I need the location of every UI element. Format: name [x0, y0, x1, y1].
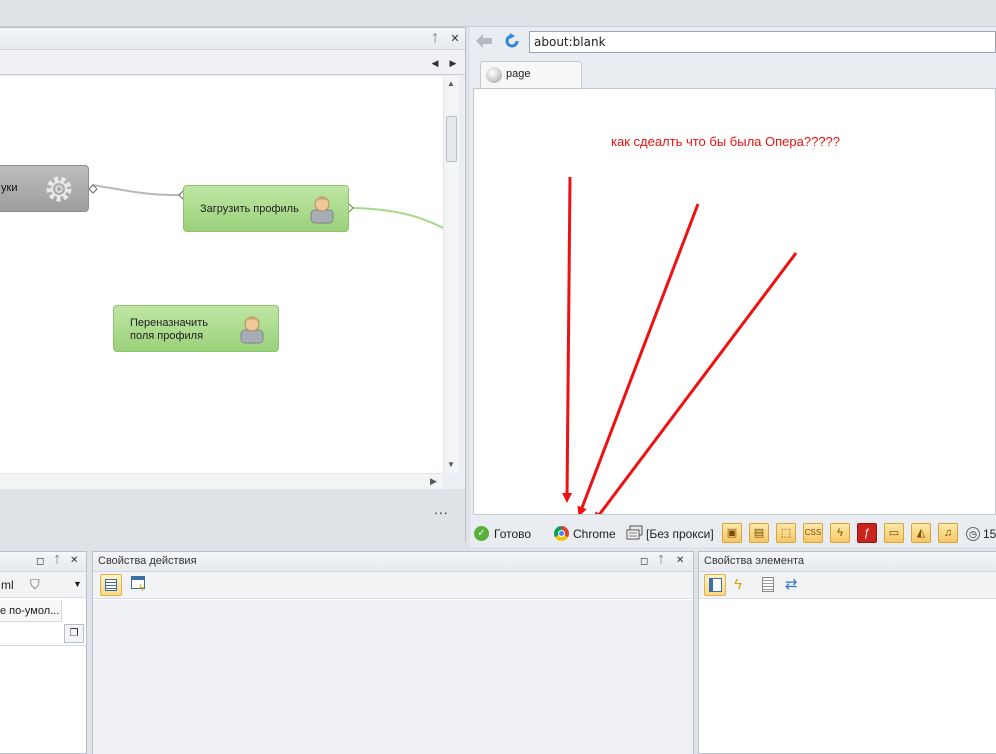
browser-status-bar: ✓ Готово Chrome [Без прокси] ▣ ▤ ⬚ CSS ϟ…	[470, 521, 996, 547]
action-settings-icon[interactable]: ϟ	[131, 576, 149, 594]
image-toggle-icon[interactable]: ▣	[722, 523, 742, 543]
workflow-bottom-area: ...	[0, 489, 465, 542]
plugin-icon[interactable]: ◭	[911, 523, 931, 543]
properties-grid-icon[interactable]	[100, 574, 122, 596]
workflow-panel-header: ᛏ ✕	[0, 28, 465, 50]
pin-icon[interactable]: ᛏ	[658, 555, 664, 566]
column-header-label: е по-умол...	[0, 605, 60, 617]
browser-panel: about:blank page как сдеалть что бы была…	[470, 27, 996, 547]
node-reassign-profile-fields[interactable]: Переназначить поля профиля	[113, 305, 279, 352]
page-globe-icon	[486, 67, 502, 83]
link-load-to-next	[351, 207, 443, 229]
node-reassign-label-line1: Переназначить	[130, 317, 208, 329]
arrow-3	[593, 252, 798, 514]
variables-panel-header: ◻ ᛏ ✕	[0, 552, 86, 572]
attributes-list-icon[interactable]	[760, 576, 778, 594]
scroll-up-icon[interactable]: ▲	[447, 79, 455, 88]
check-icon: ✓	[474, 526, 489, 541]
frame-toggle-icon[interactable]: ⬚	[776, 523, 796, 543]
dropdown-arrow-icon[interactable]: ▼	[73, 579, 82, 589]
monitor-icon[interactable]: ▭	[884, 523, 904, 543]
close-icon[interactable]: ✕	[70, 555, 78, 566]
workflow-links	[88, 184, 443, 229]
status-ready: Готово	[494, 527, 532, 541]
proxy-icon	[626, 525, 643, 540]
top-strip	[0, 0, 996, 27]
filter-icon[interactable]: ⛉	[30, 577, 40, 593]
column-header[interactable]: е по-умол...	[0, 600, 62, 622]
scroll-down-icon[interactable]: ▼	[447, 460, 455, 469]
workflow-vertical-scrollbar[interactable]: ▲ ▼	[443, 76, 459, 473]
user-icon	[310, 196, 334, 224]
refresh-icon[interactable]	[504, 33, 520, 49]
chrome-icon	[554, 526, 569, 541]
pin-icon[interactable]: ᛏ	[428, 32, 442, 46]
element-properties-header: Свойства элемента	[699, 552, 996, 572]
tab-scroll-right-icon[interactable]: ▶	[446, 56, 460, 70]
tab-scroll-left-icon[interactable]: ◀	[428, 56, 442, 70]
close-icon[interactable]: ✕	[676, 555, 684, 566]
annotation-arrows	[562, 176, 798, 514]
value-row[interactable]: ❐	[0, 622, 86, 646]
browser-name[interactable]: Chrome	[573, 527, 616, 541]
pin-icon[interactable]: ᛏ	[54, 555, 60, 566]
gear-icon	[46, 176, 72, 202]
node-load-profile[interactable]: Загрузить профиль	[183, 185, 349, 232]
action-properties-title: Свойства действия	[98, 555, 197, 567]
proxy-status[interactable]: [Без прокси]	[646, 527, 714, 541]
css-toggle-icon[interactable]: CSS	[803, 523, 823, 543]
browser-viewport[interactable]: как сдеалть что бы была Опера?????	[473, 88, 996, 515]
node-reassign-label: Переназначить поля профиля	[130, 317, 208, 343]
user-icon	[240, 316, 264, 344]
link-start-to-load	[91, 184, 184, 197]
scroll-right-icon[interactable]: ▶	[430, 476, 437, 487]
action-properties-content	[93, 600, 693, 754]
workflow-panel: ᛏ ✕ ◀ ▶ уки Загрузить профиль Переназнач…	[0, 27, 466, 542]
action-properties-toolbar: ϟ	[93, 572, 693, 599]
sync-icon[interactable]: ⇄	[785, 576, 803, 594]
back-arrow-icon[interactable]	[476, 34, 492, 48]
tab-page-label: page	[506, 68, 531, 80]
node-start-label: уки	[1, 182, 18, 194]
element-properties-toolbar: ϟ ⇄	[699, 572, 996, 599]
maximize-icon[interactable]: ◻	[36, 556, 44, 567]
filter-text[interactable]: ml	[1, 578, 14, 592]
address-input[interactable]: about:blank	[529, 31, 996, 53]
time-value: 15	[983, 527, 996, 541]
workflow-canvas[interactable]: уки Загрузить профиль Переназначить поля…	[0, 76, 443, 473]
node-start[interactable]: уки	[0, 165, 89, 212]
arrow-1	[562, 176, 573, 503]
more-button[interactable]: ...	[434, 501, 449, 517]
window-toggle-icon[interactable]: ▤	[749, 523, 769, 543]
arrow-2	[577, 203, 700, 514]
action-properties-panel: Свойства действия ◻ ᛏ ✕ ϟ	[92, 551, 694, 754]
element-properties-panel: Свойства элемента ϟ ⇄	[698, 551, 996, 754]
address-row: about:blank	[470, 27, 996, 55]
workflow-tabs-row: ◀ ▶	[0, 50, 465, 75]
flash-icon[interactable]: ƒ	[857, 523, 877, 543]
properties-panel-icon[interactable]	[704, 574, 726, 596]
element-properties-title: Свойства элемента	[704, 555, 805, 567]
close-icon[interactable]: ✕	[448, 32, 462, 46]
copy-icon[interactable]: ❐	[64, 624, 84, 643]
node-reassign-label-line2: поля профиля	[130, 330, 204, 342]
scroll-thumb[interactable]	[446, 116, 457, 162]
variables-toolbar: ml ⛉ ▼	[0, 572, 86, 598]
workflow-horizontal-scrollbar[interactable]: ▶	[0, 473, 443, 489]
events-lightning-icon[interactable]: ϟ	[734, 576, 752, 594]
node-load-label: Загрузить профиль	[200, 203, 299, 215]
music-icon[interactable]: ♫	[938, 523, 958, 543]
variables-panel: ◻ ᛏ ✕ ml ⛉ ▼ е по-умол... ❐	[0, 551, 87, 754]
maximize-icon[interactable]: ◻	[640, 556, 648, 567]
tab-page[interactable]: page	[480, 61, 582, 89]
clock-icon: ◷	[966, 527, 980, 541]
action-properties-header: Свойства действия ◻ ᛏ ✕	[93, 552, 693, 572]
javascript-lightning-icon[interactable]: ϟ	[830, 523, 850, 543]
